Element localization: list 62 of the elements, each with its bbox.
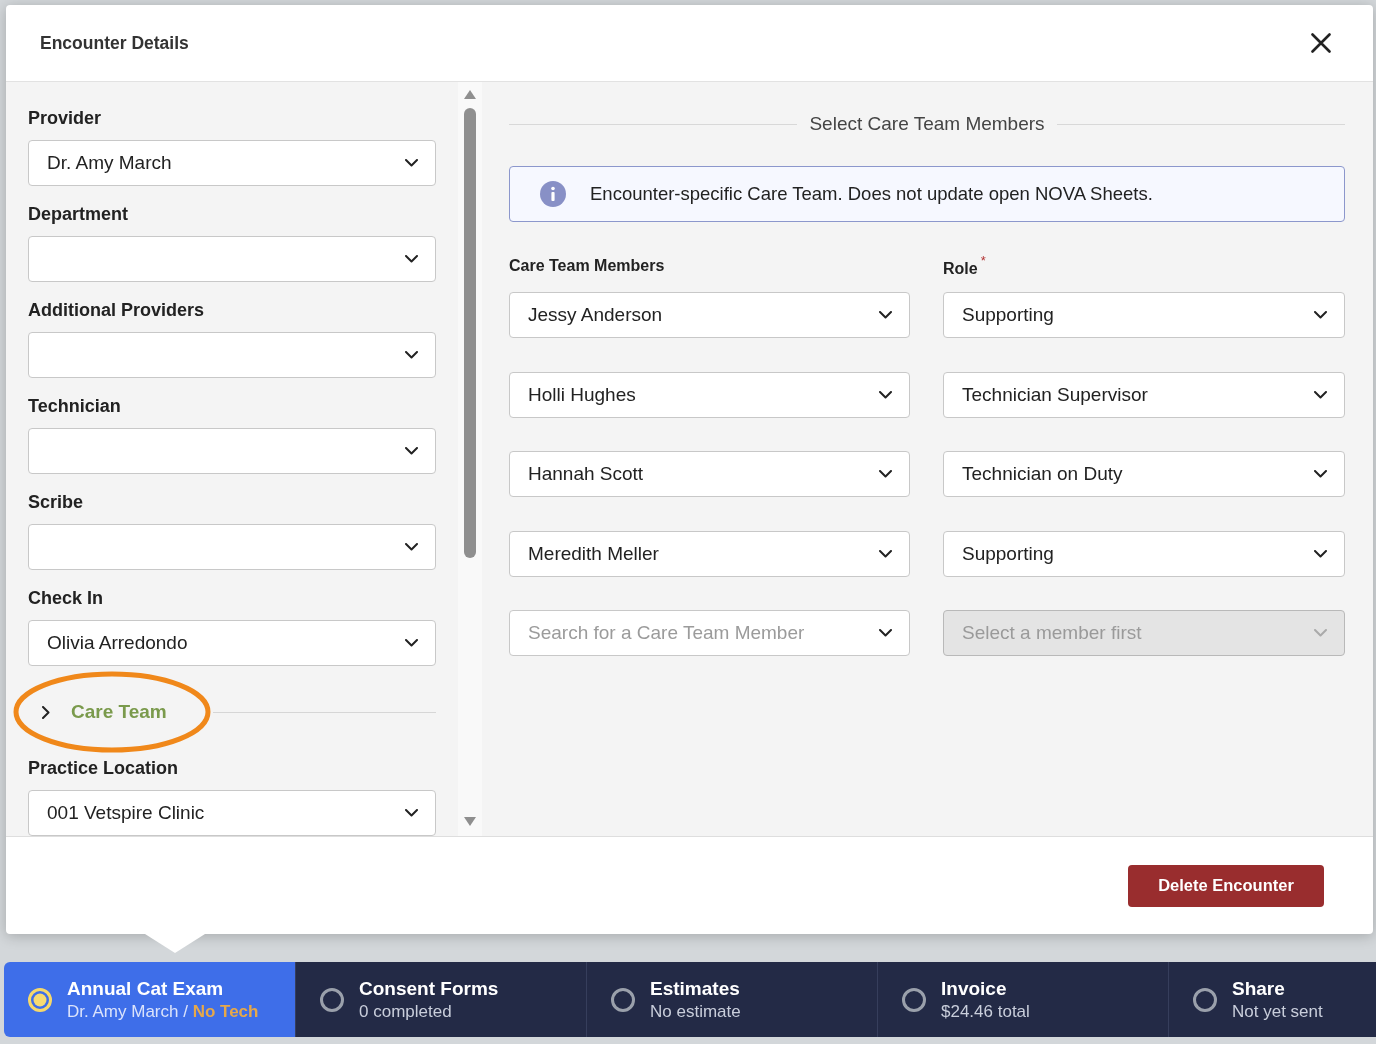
column-header: Care Team Members [509, 257, 665, 275]
dropdown[interactable]: 001 Vetspire Clinic [28, 790, 436, 836]
member-dropdown[interactable]: Hannah Scott [509, 451, 910, 497]
member-search-field[interactable]: Search for a Care Team Member [509, 610, 910, 656]
dialog-title: Encounter Details [40, 32, 189, 54]
chevron-down-icon [879, 549, 892, 558]
dropdown[interactable] [28, 428, 436, 474]
dropdown[interactable]: Olivia Arredondo [28, 620, 436, 666]
field-label: Department [28, 204, 130, 225]
chevron-down-icon [1314, 311, 1327, 319]
chevron-down-icon [405, 809, 418, 817]
role-dropdown[interactable]: Technician on Duty [943, 451, 1345, 497]
delete-encounter-button[interactable]: Delete Encounter [1128, 864, 1324, 907]
scrollbar-thumb[interactable] [464, 108, 476, 558]
field-label: Provider [28, 108, 103, 129]
field-label: Technician [28, 396, 122, 417]
column-header: Role [943, 260, 978, 278]
workflow-tab[interactable]: Invoice $24.46 total [877, 962, 1168, 1037]
field-label: Scribe [28, 492, 85, 513]
workflow-tab[interactable]: Share Not yet sent [1168, 962, 1376, 1037]
required-asterisk: * [980, 253, 986, 268]
field-label: Check In [28, 588, 105, 609]
chevron-down-icon [405, 447, 418, 455]
chevron-down-icon [1314, 470, 1327, 478]
chevron-down-icon [879, 390, 892, 399]
filled-ring-icon [28, 987, 52, 1012]
dropdown[interactable] [28, 332, 436, 378]
chevron-down-icon [1314, 629, 1327, 637]
empty-ring-icon [611, 987, 635, 1012]
chevron-down-icon [405, 543, 418, 551]
empty-ring-icon [1193, 987, 1217, 1012]
chevron-down-icon [405, 159, 418, 167]
role-dropdown[interactable]: Technician Supervisor [943, 371, 1345, 418]
member-dropdown[interactable]: Holli Hughes [509, 371, 910, 418]
workflow-tab[interactable]: Estimates No estimate [586, 962, 877, 1037]
chevron-down-icon [1314, 390, 1327, 399]
info-icon [540, 181, 566, 207]
chevron-down-icon [1314, 549, 1327, 558]
section-heading: Select Care Team Members [809, 113, 1045, 135]
dropdown[interactable] [28, 524, 436, 570]
member-dropdown[interactable]: Jessy Anderson [509, 292, 910, 338]
role-dropdown[interactable]: Supporting [943, 292, 1345, 338]
chevron-down-icon [405, 255, 418, 263]
chevron-down-icon [405, 351, 418, 359]
scroll-up-arrow-icon[interactable] [464, 90, 476, 99]
workflow-tab[interactable]: Consent Forms 0 completed [295, 962, 586, 1037]
dropdown[interactable]: Dr. Amy March [28, 140, 436, 186]
field-label: Practice Location [28, 758, 180, 779]
chevron-down-icon [405, 639, 418, 647]
info-message: Encounter-specific Care Team. Does not update open NOVA Sheets. [590, 183, 1153, 205]
workflow-tab[interactable]: Annual Cat Exam Dr. Amy March / No Tech [4, 962, 295, 1037]
chevron-down-icon [879, 470, 892, 478]
empty-ring-icon [902, 987, 926, 1012]
close-icon[interactable] [1311, 33, 1331, 53]
scroll-down-arrow-icon[interactable] [464, 817, 476, 826]
empty-ring-icon [320, 987, 344, 1012]
chevron-down-icon [879, 311, 892, 319]
chevron-down-icon [879, 629, 892, 637]
role-dropdown[interactable]: Supporting [943, 530, 1345, 577]
field-label: Additional Providers [28, 300, 206, 321]
member-dropdown[interactable]: Meredith Meller [509, 530, 910, 577]
dropdown[interactable] [28, 236, 436, 282]
